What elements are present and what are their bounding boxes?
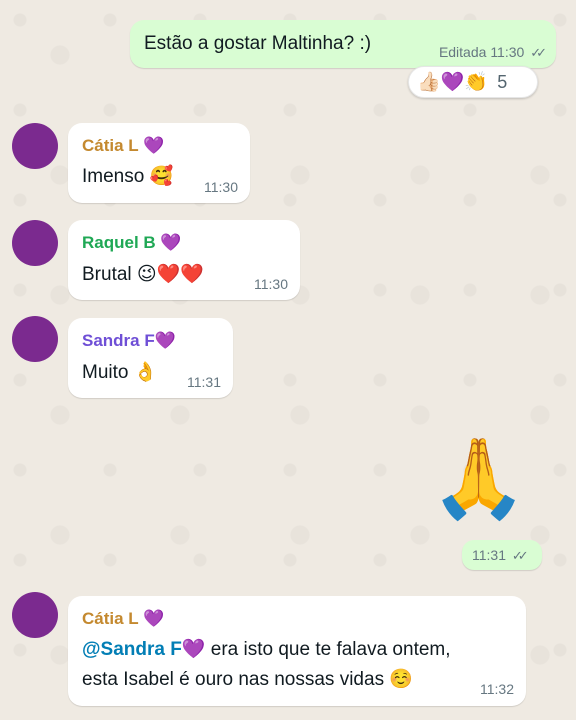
sender-name[interactable]: Raquel B 💜 [82,232,182,254]
sender-name[interactable]: Cátia L 💜 [82,608,164,630]
avatar[interactable] [12,123,58,169]
sender-name[interactable]: Sandra F💜 [82,330,176,352]
message-text: Estão a gostar Maltinha? :) [144,33,372,54]
mention-link[interactable]: @Sandra F💜 [82,639,205,660]
reactions-pill[interactable]: 👍🏻💜👏 5 [408,66,538,98]
message-time: 11:31 [187,374,221,390]
message-time: 11:30 [490,44,525,60]
message-text-line-1: @Sandra F💜 era isto que te falava ontem, [82,638,451,662]
message-text: Imenso 🥰 [82,166,174,187]
incoming-message[interactable]: Cátia L 💜 @Sandra F💜 era isto que te fal… [68,596,526,706]
edited-label: Editada [438,44,487,60]
outgoing-message[interactable]: Estão a gostar Maltinha? :) Editada 11:3… [130,20,556,68]
incoming-message[interactable]: Sandra F💜 Muito 👌 11:31 [68,318,233,398]
reaction-count: 5 [497,72,508,92]
avatar[interactable] [12,220,58,266]
read-receipt-icon: ✓✓ [511,548,529,563]
reaction-emojis: 👍🏻💜👏 [417,72,488,93]
incoming-message[interactable]: Cátia L 💜 Imenso 🥰 11:30 [68,123,250,203]
praying-hands-emoji: 🙏 [430,434,528,522]
outgoing-emoji-message[interactable]: 🙏 [430,432,527,524]
avatar[interactable] [12,316,58,362]
message-meta: Editada 11:30 ✓✓ [438,44,547,61]
read-receipt-icon: ✓✓ [530,45,547,60]
message-text: Muito 👌 [82,362,158,383]
incoming-message[interactable]: Raquel B 💜 Brutal 😉❤️❤️ 11:30 [68,220,300,300]
sender-name[interactable]: Cátia L 💜 [82,135,164,157]
message-time: 11:31 [472,547,506,563]
message-time: 11:30 [204,179,238,195]
avatar[interactable] [12,592,58,638]
message-text: era isto que te falava ontem, [205,639,451,660]
message-time: 11:30 [254,276,288,292]
message-time: 11:32 [480,681,514,697]
message-text: Brutal 😉❤️❤️ [82,264,205,285]
message-text-line-2: esta Isabel é ouro nas nossas vidas ☺️ [82,669,414,690]
emoji-time-chip: 11:31 ✓✓ [462,540,542,570]
